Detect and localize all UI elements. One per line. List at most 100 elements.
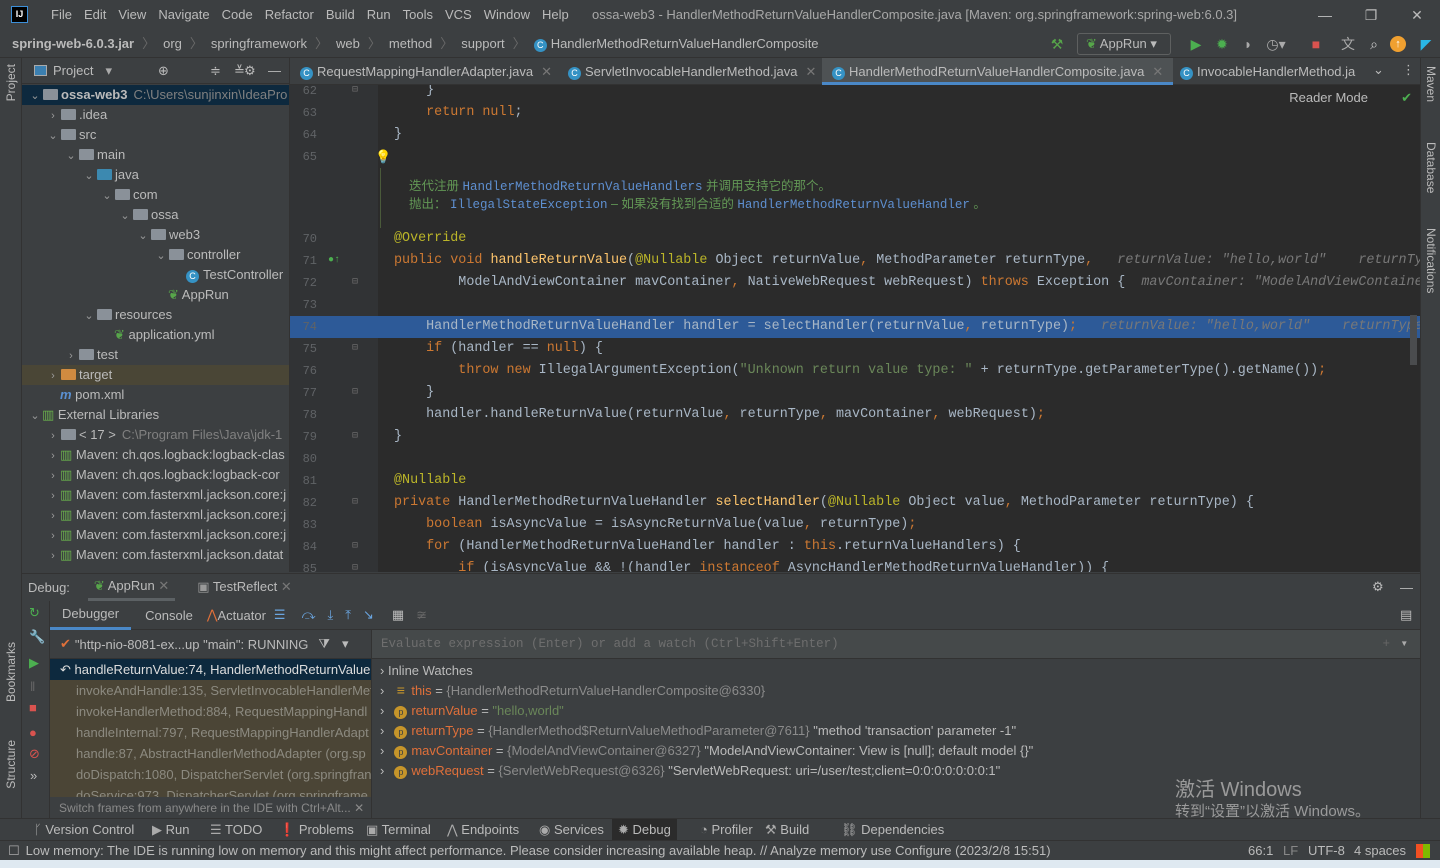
mute-breakpoints-icon[interactable]: ⊘ xyxy=(29,746,49,762)
restore-button[interactable]: ❐ xyxy=(1348,0,1394,30)
stack-frame[interactable]: handle:87, AbstractHandlerMethodAdapter … xyxy=(50,743,371,764)
chevron-right-icon[interactable]: › xyxy=(380,663,388,678)
tool-dependencies[interactable]: ⛓ Dependencies xyxy=(835,819,950,841)
line-number[interactable]: 82 xyxy=(290,492,317,514)
tree-item-src[interactable]: ⌄ src xyxy=(22,125,289,146)
variable-row[interactable]: › p returnValue = "hello,world" xyxy=(372,701,1420,721)
fold-icon[interactable]: ⊟ xyxy=(352,382,358,404)
settings-wrench-icon[interactable]: 🔧 xyxy=(29,629,49,645)
override-icon[interactable]: ●↑ xyxy=(328,250,340,272)
stack-frame[interactable]: doDispatch:1080, DispatcherServlet (org.… xyxy=(50,764,371,785)
evaluate-icon[interactable]: ▦ xyxy=(392,607,404,623)
tool-todo[interactable]: ☰ TODO xyxy=(204,819,268,841)
chevron-right-icon[interactable]: › xyxy=(46,426,60,446)
status-toggle-icon[interactable]: ☐ xyxy=(8,843,20,859)
menu-build[interactable]: Build xyxy=(320,0,361,30)
stack-frame[interactable]: invokeAndHandle:135, ServletInvocableHan… xyxy=(50,680,371,701)
chevron-down-icon[interactable]: ⌄ xyxy=(100,186,114,206)
tab-servletinvocablehandlermethod-java[interactable]: C ServletInvocableHandlerMethod.java ✕ xyxy=(558,58,826,85)
line-number[interactable]: 71 xyxy=(290,250,317,272)
line-number[interactable]: 77 xyxy=(290,382,317,404)
editor-scrollbar[interactable] xyxy=(1410,315,1417,365)
stop-icon[interactable]: ■ xyxy=(1306,34,1326,54)
chevron-down-icon[interactable]: ⌄ xyxy=(82,166,96,186)
chevron-right-icon[interactable]: › xyxy=(46,486,60,506)
chevron-right-icon[interactable]: › xyxy=(46,546,60,566)
session-tab-apprun[interactable]: ❦ AppRun ✕ xyxy=(87,574,176,601)
line-number[interactable]: 80 xyxy=(290,448,317,470)
menu-run[interactable]: Run xyxy=(361,0,397,30)
chevron-down-icon[interactable]: ▾ xyxy=(342,636,349,652)
resume-icon[interactable]: ▶ xyxy=(29,655,49,671)
line-number[interactable]: 76 xyxy=(290,360,317,382)
reader-mode-button[interactable]: Reader Mode xyxy=(1289,90,1368,105)
plugin-icon[interactable]: ◤ xyxy=(1416,34,1436,54)
gear-icon[interactable]: ⚙ xyxy=(244,63,256,79)
bookmarks-tool-button[interactable]: Bookmarks xyxy=(4,642,18,702)
fold-icon[interactable]: ⊟ xyxy=(352,272,358,294)
close-icon[interactable]: ✕ xyxy=(354,801,364,815)
hide-icon[interactable]: — xyxy=(268,63,281,78)
line-number[interactable]: 84 xyxy=(290,536,317,558)
expand-all-icon[interactable]: ≑ xyxy=(210,63,221,79)
fold-icon[interactable]: ⊟ xyxy=(352,536,358,558)
translate-icon[interactable]: 文 xyxy=(1338,34,1358,54)
line-number[interactable]: 83 xyxy=(290,514,317,536)
view-breakpoints-icon[interactable]: ● xyxy=(29,725,49,740)
more-icon[interactable]: » xyxy=(30,768,49,783)
chevron-right-icon[interactable]: › xyxy=(46,366,60,386)
maven-tool-button[interactable]: Maven xyxy=(1424,66,1438,102)
step-into-icon[interactable]: ⤓ xyxy=(327,607,333,623)
breadcrumb-item[interactable]: support xyxy=(457,30,508,58)
menu-vcs[interactable]: VCS xyxy=(439,0,478,30)
chevron-down-icon[interactable]: ▾ xyxy=(105,63,112,79)
chevron-down-icon[interactable]: ⌄ xyxy=(154,246,168,266)
line-number[interactable]: 72 xyxy=(290,272,317,294)
tree-item-maven-com-fasterxml-jackson-core-j[interactable]: › ▥ Maven: com.fasterxml.jackson.core:j xyxy=(22,525,289,546)
chevron-down-icon[interactable]: ⌄ xyxy=(46,126,60,146)
build-hammer-icon[interactable]: ⚒ xyxy=(1047,34,1067,54)
tree-item-ossa[interactable]: ⌄ ossa xyxy=(22,205,289,225)
tool-endpoints[interactable]: ⋀ Endpoints xyxy=(441,819,525,841)
close-button[interactable]: ✕ xyxy=(1394,0,1440,30)
chevron-right-icon[interactable]: › xyxy=(46,526,60,546)
tree-item-resources[interactable]: ⌄ resources xyxy=(22,305,289,325)
more-icon[interactable]: ⋮ xyxy=(1402,62,1415,78)
coverage-icon[interactable]: ◗ xyxy=(1238,34,1258,54)
tree-item-maven-com-fasterxml-jackson-core-j[interactable]: › ▥ Maven: com.fasterxml.jackson.core:j xyxy=(22,485,289,506)
tool-terminal[interactable]: ▣ Terminal xyxy=(360,819,437,841)
tree-item-application-yml[interactable]: ❦ application.yml xyxy=(22,325,289,345)
tree-item-apprun[interactable]: ❦ AppRun xyxy=(22,285,289,305)
fold-icon[interactable]: ⊟ xyxy=(352,338,358,360)
project-view-select[interactable]: Project xyxy=(53,63,93,78)
menu-window[interactable]: Window xyxy=(478,0,536,30)
menu-file[interactable]: File xyxy=(45,0,78,30)
chevron-down-icon[interactable]: ⌄ xyxy=(28,86,42,106)
minimize-button[interactable]: — xyxy=(1302,0,1348,30)
evaluate-expression-input[interactable]: Evaluate expression (Enter) or add a wat… xyxy=(372,630,1420,659)
tree-item-external-libraries[interactable]: ⌄ ▥ External Libraries xyxy=(22,405,289,425)
rerun-icon[interactable]: ↻ xyxy=(29,605,49,621)
structure-tool-button[interactable]: Structure xyxy=(4,740,18,789)
variable-row[interactable]: › ≡ this = {HandlerMethodReturnValueHandle… xyxy=(372,681,1420,701)
line-number[interactable]: 75 xyxy=(290,338,317,360)
caret-position[interactable]: 66:1 xyxy=(1248,843,1273,858)
indent-setting[interactable]: 4 spaces xyxy=(1354,843,1406,858)
fold-icon[interactable]: ⊟ xyxy=(352,426,358,448)
run-icon[interactable]: ▶ xyxy=(1186,34,1206,54)
menu-edit[interactable]: Edit xyxy=(78,0,112,30)
tree-item-testcontroller[interactable]: C TestController xyxy=(22,265,289,285)
chevron-down-icon[interactable]: ▾ xyxy=(1400,630,1408,659)
restore-layout-icon[interactable]: ▤ xyxy=(1400,607,1412,623)
hide-icon[interactable]: — xyxy=(1400,580,1413,595)
session-tab-testreflect[interactable]: ▣ TestReflect ✕ xyxy=(191,575,298,599)
tool-services[interactable]: ◉ Services xyxy=(533,819,610,841)
step-over-icon[interactable]: ⤼ xyxy=(302,607,316,623)
chevron-right-icon[interactable]: › xyxy=(380,723,384,738)
line-number[interactable]: 62 xyxy=(290,85,317,102)
gear-icon[interactable]: ⚙ xyxy=(1372,579,1384,595)
chevron-right-icon[interactable]: › xyxy=(46,506,60,526)
tool-version-control[interactable]: ᚴ Version Control xyxy=(28,819,140,841)
menu-code[interactable]: Code xyxy=(216,0,259,30)
tab-console[interactable]: Console xyxy=(131,608,207,623)
